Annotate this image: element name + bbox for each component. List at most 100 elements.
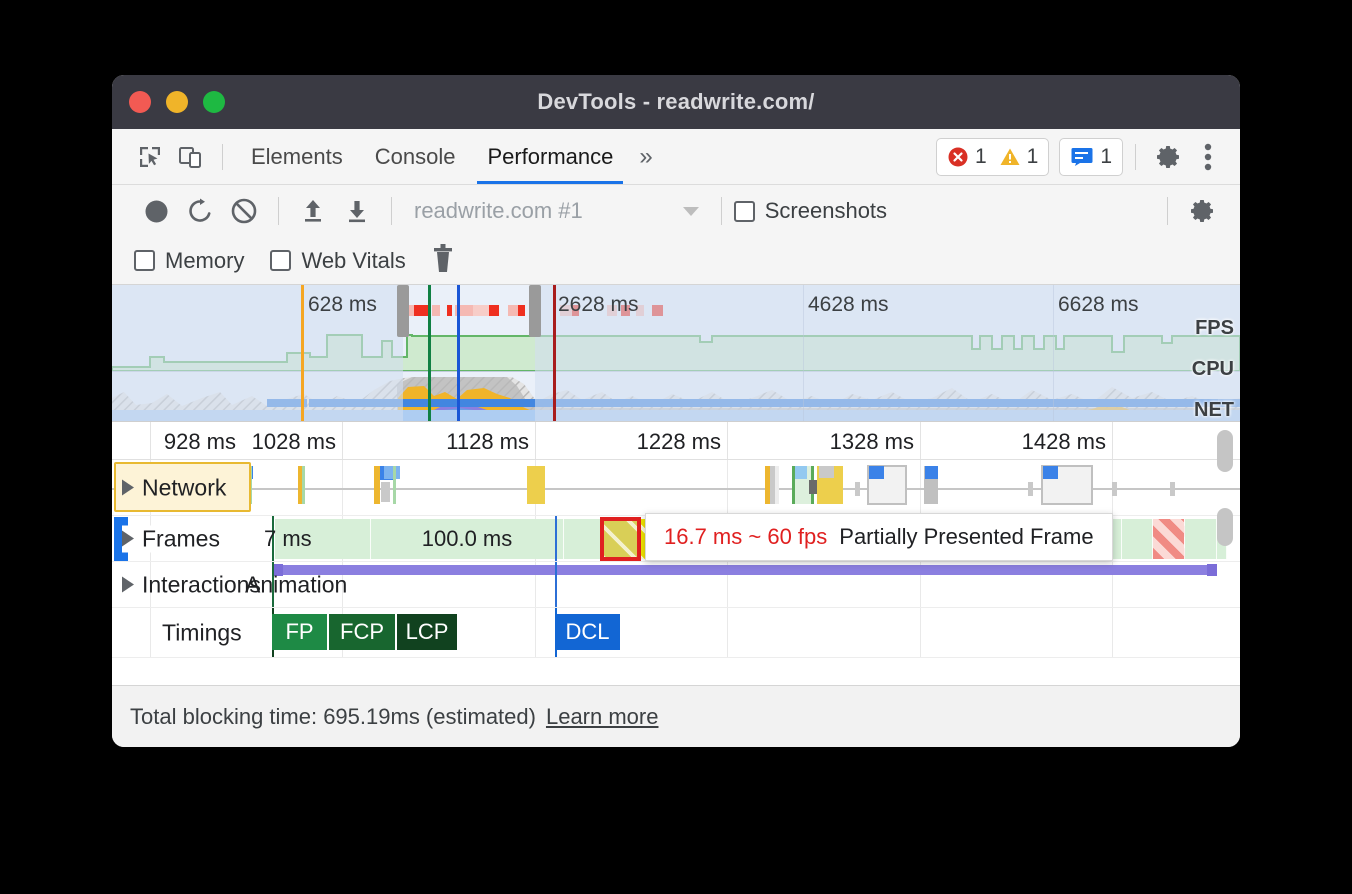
frames-blue-cursor xyxy=(555,516,557,561)
tooltip-description: Partially Presented Frame xyxy=(839,524,1093,550)
track-header-timings: Timings xyxy=(122,619,242,646)
ruler-tick xyxy=(1112,422,1113,459)
timings-track-row[interactable]: FP FCP LCP DCL Timings xyxy=(112,608,1240,658)
tooltip-duration: 16.7 ms ~ 60 fps xyxy=(664,524,827,550)
tab-performance[interactable]: Performance xyxy=(471,129,629,184)
warning-icon xyxy=(999,146,1021,168)
error-icon xyxy=(947,146,969,168)
ruler-label: 1228 ms xyxy=(637,429,725,455)
record-divider-1 xyxy=(278,197,279,225)
overview-time-label: 2628 ms xyxy=(558,293,639,317)
memory-label: Memory xyxy=(165,248,244,274)
load-profile-up-arrow-icon[interactable] xyxy=(291,189,335,233)
learn-more-link[interactable]: Learn more xyxy=(546,704,659,730)
interactions-track-row[interactable]: Animation Interactions xyxy=(112,562,1240,608)
track-gridline xyxy=(727,608,728,657)
ruler-tick xyxy=(920,422,921,459)
overview-marker-blue xyxy=(457,285,460,421)
ruler-tick xyxy=(342,422,343,459)
performance-record-toolbar: readwrite.com #1 Screenshots xyxy=(112,185,1240,237)
frame-segment[interactable] xyxy=(1122,519,1153,559)
screenshots-label: Screenshots xyxy=(765,198,887,224)
frame-tooltip: 16.7 ms ~ 60 fps Partially Presented Fra… xyxy=(645,513,1113,561)
fps-band-label: FPS xyxy=(1195,317,1234,340)
device-toggle-icon[interactable] xyxy=(170,137,210,177)
window-controls xyxy=(129,91,225,113)
inspect-cursor-icon[interactable] xyxy=(130,137,170,177)
frame-segment[interactable]: 100.0 ms xyxy=(371,519,564,559)
total-blocking-time: Total blocking time: 695.19ms (estimated… xyxy=(130,704,536,730)
save-profile-down-arrow-icon[interactable] xyxy=(335,189,379,233)
toolbar-divider xyxy=(222,144,223,170)
interactions-green-cursor xyxy=(272,562,274,607)
reload-record-icon[interactable] xyxy=(178,189,222,233)
overview-time-label: 628 ms xyxy=(308,293,377,317)
errors-count: 1 xyxy=(975,145,987,169)
track-label-interactions: Interactions xyxy=(142,571,261,598)
tracks-scrollbar-thumb-lower[interactable] xyxy=(1217,508,1233,546)
issues-count: 1 xyxy=(1100,145,1112,169)
net-band xyxy=(112,399,1240,421)
profile-name: readwrite.com #1 xyxy=(414,198,583,224)
frame-segment[interactable] xyxy=(564,519,602,559)
timing-marker-dcl[interactable]: DCL xyxy=(555,614,622,650)
close-window-button[interactable] xyxy=(129,91,151,113)
record-divider-2 xyxy=(391,197,392,225)
overview-selection-handle-left[interactable] xyxy=(397,285,409,337)
window-title: DevTools - readwrite.com/ xyxy=(112,89,1240,115)
ruler-tick xyxy=(535,422,536,459)
web-vitals-checkbox-box xyxy=(270,250,291,271)
record-circle-icon[interactable] xyxy=(134,189,178,233)
issues-badge[interactable]: 1 xyxy=(1059,138,1123,176)
overview-time-label: 6628 ms xyxy=(1058,293,1139,317)
devtools-window: DevTools - readwrite.com/ Elements Conso… xyxy=(112,75,1240,747)
net-band-label: NET xyxy=(1194,399,1234,422)
trash-icon[interactable] xyxy=(432,243,454,278)
track-label-frames: Frames xyxy=(142,525,220,552)
kebab-menu-icon[interactable] xyxy=(1188,137,1228,177)
network-track-row[interactable]: Network xyxy=(112,460,1240,516)
overview-gridline xyxy=(803,285,804,421)
timeline-ruler[interactable]: 928 ms 1028 ms 1128 ms 1228 ms 1328 ms 1… xyxy=(112,422,1240,460)
screenshots-checkbox[interactable]: Screenshots xyxy=(734,198,887,224)
track-gridline xyxy=(535,608,536,657)
overview-marker-orange xyxy=(301,285,304,421)
timing-marker-fcp[interactable]: FCP xyxy=(329,614,397,650)
ruler-label: 1328 ms xyxy=(830,429,918,455)
tracks-scrollbar-thumb-upper[interactable] xyxy=(1217,430,1233,472)
overview-time-label: 4628 ms xyxy=(808,293,889,317)
chevron-down-icon xyxy=(683,207,699,216)
frame-segment[interactable] xyxy=(1153,519,1185,559)
track-header-frames[interactable]: Frames xyxy=(122,525,226,552)
frame-overlap-duration-label: 7 ms xyxy=(264,526,312,552)
frame-segment-selected[interactable] xyxy=(602,519,639,559)
animation-event-bar[interactable] xyxy=(275,565,1215,575)
more-tabs-icon[interactable]: » xyxy=(629,145,662,169)
errors-warnings-badge[interactable]: 1 1 xyxy=(936,138,1049,176)
interactions-blue-cursor xyxy=(555,562,557,607)
capture-settings-gear-icon[interactable] xyxy=(1180,189,1224,233)
memory-checkbox[interactable]: Memory xyxy=(134,248,244,274)
track-header-network[interactable]: Network xyxy=(122,474,226,501)
panel-tabs: Elements Console Performance » xyxy=(235,129,663,184)
ruler-tick xyxy=(727,422,728,459)
timing-marker-lcp[interactable]: LCP xyxy=(397,614,459,650)
track-header-interactions[interactable]: Interactions xyxy=(122,571,261,598)
clear-prohibited-icon[interactable] xyxy=(222,189,266,233)
tab-console[interactable]: Console xyxy=(359,129,472,184)
minimize-window-button[interactable] xyxy=(166,91,188,113)
timeline-tracks-pane[interactable]: 928 ms 1028 ms 1128 ms 1228 ms 1328 ms 1… xyxy=(112,422,1240,660)
gear-icon[interactable] xyxy=(1148,137,1188,177)
profile-select[interactable]: readwrite.com #1 xyxy=(414,198,699,224)
frame-segment[interactable] xyxy=(1185,519,1217,559)
web-vitals-checkbox[interactable]: Web Vitals xyxy=(270,248,405,274)
tab-elements[interactable]: Elements xyxy=(235,129,359,184)
performance-overview[interactable]: 628 ms 2628 ms 4628 ms 6628 ms FPS CPU N… xyxy=(112,285,1240,422)
expand-triangle-icon xyxy=(122,577,134,593)
cpu-band-label: CPU xyxy=(1192,358,1234,381)
performance-footer: Total blocking time: 695.19ms (estimated… xyxy=(112,685,1240,747)
warnings-count: 1 xyxy=(1027,145,1039,169)
timing-marker-fp[interactable]: FP xyxy=(272,614,329,650)
overview-selection-handle-right[interactable] xyxy=(529,285,541,337)
maximize-window-button[interactable] xyxy=(203,91,225,113)
